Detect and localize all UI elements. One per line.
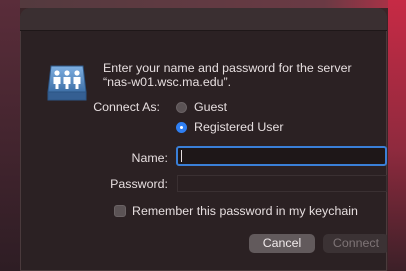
connect-as-label: Connect As: (93, 100, 160, 114)
guest-radio-label[interactable]: Guest (194, 100, 227, 114)
name-label: Name: (131, 151, 169, 165)
name-input[interactable] (176, 146, 387, 166)
connect-button[interactable]: Connect (323, 234, 387, 253)
password-input[interactable] (177, 175, 387, 192)
login-dialog: Enter your name and password for the ser… (20, 8, 387, 271)
registered-user-radio-label[interactable]: Registered User (194, 120, 284, 134)
desktop-background-right (388, 0, 406, 271)
desktop-background-left (0, 0, 20, 271)
dialog-titlebar (20, 8, 387, 31)
guest-radio[interactable] (176, 102, 187, 113)
dialog-message: Enter your name and password for the ser… (103, 61, 352, 89)
cancel-button[interactable]: Cancel (249, 234, 315, 253)
text-cursor (181, 150, 182, 162)
password-label: Password: (110, 177, 168, 191)
registered-user-radio[interactable] (176, 122, 187, 133)
remember-password-checkbox[interactable] (114, 205, 126, 217)
desktop-background-top (0, 0, 406, 8)
remember-password-label[interactable]: Remember this password in my keychain (132, 204, 358, 218)
server-share-icon (47, 65, 87, 101)
